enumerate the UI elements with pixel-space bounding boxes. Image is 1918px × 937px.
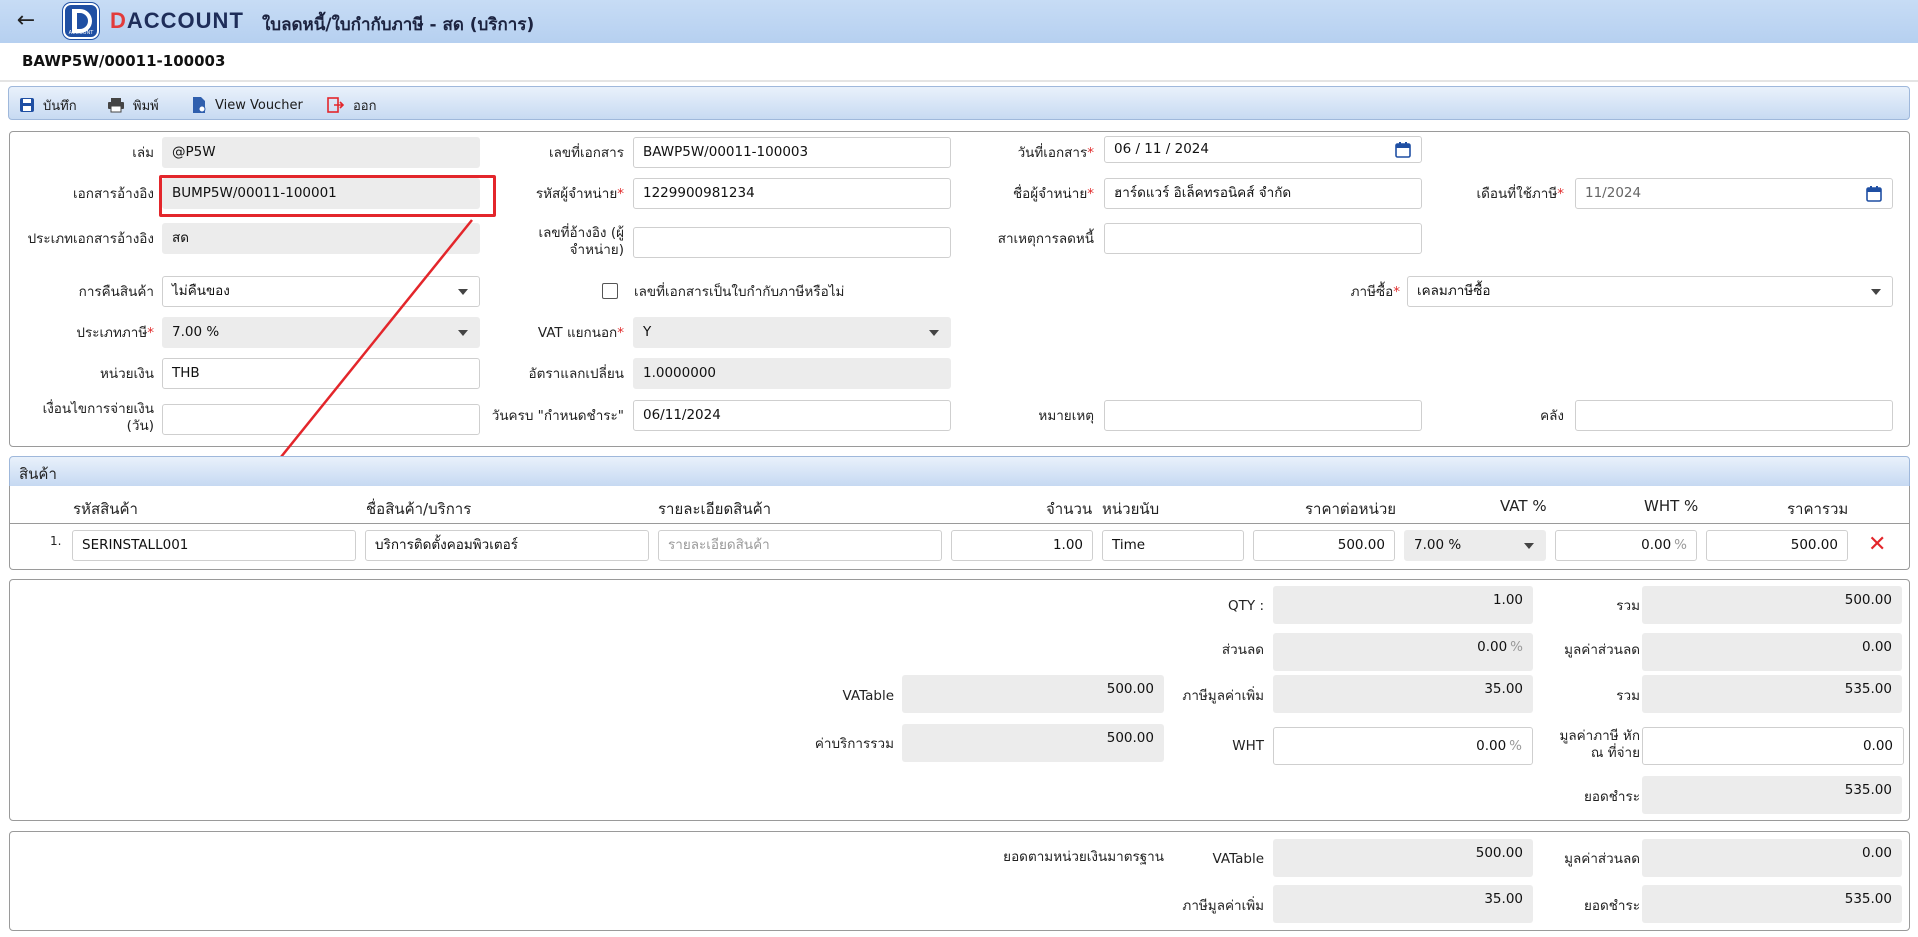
wht-amount-label: มูลค่าภาษี หัก ณ ที่จ่าย xyxy=(1559,728,1640,761)
percent-sign: % xyxy=(1509,738,1522,754)
col-header-qty: จำนวน xyxy=(1046,500,1093,518)
percent-sign: % xyxy=(1674,537,1687,553)
line-total-field[interactable]: 500.00 xyxy=(1706,530,1848,561)
base-net-label: ยอดชำระ xyxy=(1583,898,1640,914)
col-header-detail: รายละเอียดสินค้า xyxy=(658,500,772,518)
wht-summary-value: 0.00 xyxy=(1476,738,1507,754)
base-discount-amount-field: 0.00 xyxy=(1642,839,1902,877)
row-number: 1. xyxy=(50,534,62,548)
discount-value: 0.00 xyxy=(1477,639,1508,655)
base-vatable-field: 500.00 xyxy=(1273,839,1533,877)
col-header-total: ราคารวม xyxy=(1787,500,1849,518)
base-discount-amount-label: มูลค่าส่วนลด xyxy=(1564,851,1640,867)
qty-summary-label: QTY : xyxy=(1228,598,1264,614)
base-vatable-label: VATable xyxy=(1212,851,1264,867)
wht-value: 0.00 xyxy=(1641,537,1672,553)
vat-amount-field: 35.00 xyxy=(1273,675,1533,713)
vat-value: 7.00 % xyxy=(1414,537,1462,553)
percent-sign: % xyxy=(1510,639,1523,655)
table-header-divider xyxy=(9,523,1910,524)
vat-amount-label: ภาษีมูลค่าเพิ่ม xyxy=(1182,688,1264,704)
vatable-label: VATable xyxy=(842,688,894,704)
discount-label: ส่วนลด xyxy=(1221,642,1264,658)
base-net-field: 535.00 xyxy=(1642,885,1902,923)
col-header-wht: WHT % xyxy=(1644,497,1699,515)
wht-summary-label: WHT xyxy=(1232,738,1264,754)
base-vat-field: 35.00 xyxy=(1273,885,1533,923)
service-total-field: 500.00 xyxy=(902,724,1164,762)
base-vat-label: ภาษีมูลค่าเพิ่ม xyxy=(1182,898,1264,914)
unit-price-field[interactable]: 500.00 xyxy=(1253,530,1395,561)
total-label: รวม xyxy=(1616,688,1640,704)
vatable-field: 500.00 xyxy=(902,675,1164,713)
wht-field[interactable]: 0.00% xyxy=(1555,530,1697,561)
col-header-code: รหัสสินค้า xyxy=(73,500,138,518)
product-name-field[interactable]: บริการติดตั้งคอมพิวเตอร์ xyxy=(365,530,649,561)
col-header-name: ชื่อสินค้า/บริการ xyxy=(366,500,472,518)
vat-select[interactable]: 7.00 % xyxy=(1404,530,1546,561)
base-currency-label: ยอดตามหน่วยเงินมาตรฐาน xyxy=(1003,849,1164,865)
col-header-unit-price: ราคาต่อหน่วย xyxy=(1305,500,1397,518)
discount-amount-field: 0.00 xyxy=(1642,633,1902,671)
products-section-title: สินค้า xyxy=(19,465,57,483)
service-total-label: ค่าบริการรวม xyxy=(814,736,894,752)
product-code-field[interactable]: SERINSTALL001 xyxy=(72,530,356,561)
discount-field: 0.00% xyxy=(1273,633,1533,671)
qty-summary-field: 1.00 xyxy=(1273,586,1533,624)
base-currency-panel xyxy=(9,831,1910,931)
delete-row-icon[interactable]: ✕ xyxy=(1868,533,1886,557)
net-label: ยอดชำระ xyxy=(1583,789,1640,805)
qty-field[interactable]: 1.00 xyxy=(951,530,1093,561)
sum-field: 500.00 xyxy=(1642,586,1902,624)
sum-label: รวม xyxy=(1616,598,1640,614)
net-field: 535.00 xyxy=(1642,776,1902,814)
col-header-vat: VAT % xyxy=(1500,497,1547,515)
chevron-down-icon xyxy=(1524,543,1534,549)
wht-amount-field[interactable]: 0.00 xyxy=(1642,727,1904,765)
unit-field[interactable]: Time xyxy=(1102,530,1244,561)
wht-summary-field[interactable]: 0.00% xyxy=(1273,727,1533,765)
product-detail-field[interactable]: รายละเอียดสินค้า xyxy=(658,530,942,561)
col-header-unit: หน่วยนับ xyxy=(1102,500,1160,518)
products-section-header: สินค้า xyxy=(9,456,1910,487)
discount-amount-label: มูลค่าส่วนลด xyxy=(1564,642,1640,658)
total-field: 535.00 xyxy=(1642,675,1902,713)
